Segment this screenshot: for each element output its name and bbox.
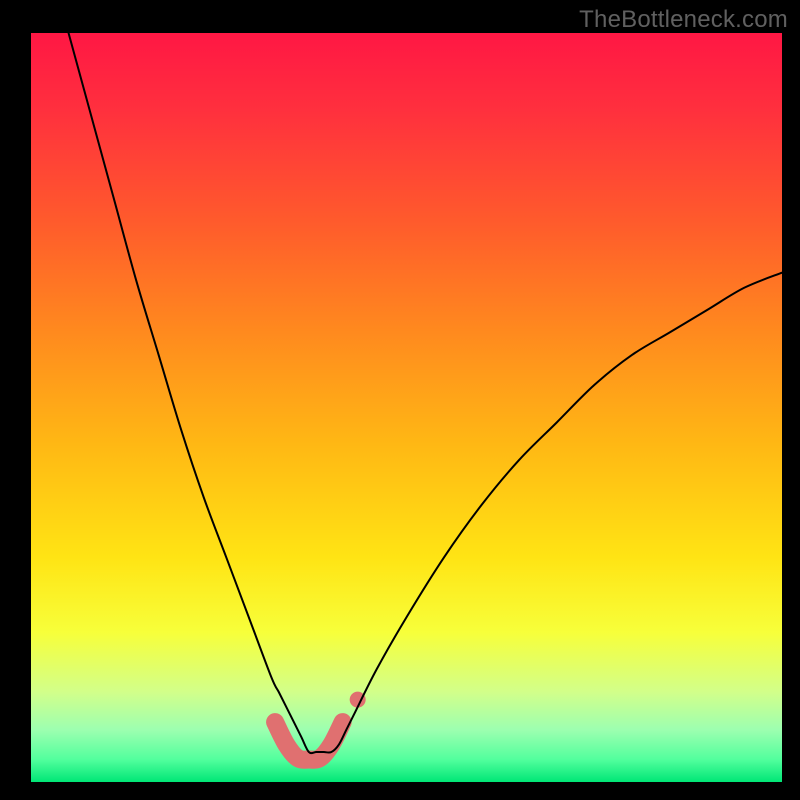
plot-background bbox=[31, 33, 782, 782]
bottleneck-chart: TheBottleneck.com bbox=[0, 0, 800, 800]
watermark-text: TheBottleneck.com bbox=[579, 6, 788, 34]
chart-svg bbox=[0, 0, 800, 800]
